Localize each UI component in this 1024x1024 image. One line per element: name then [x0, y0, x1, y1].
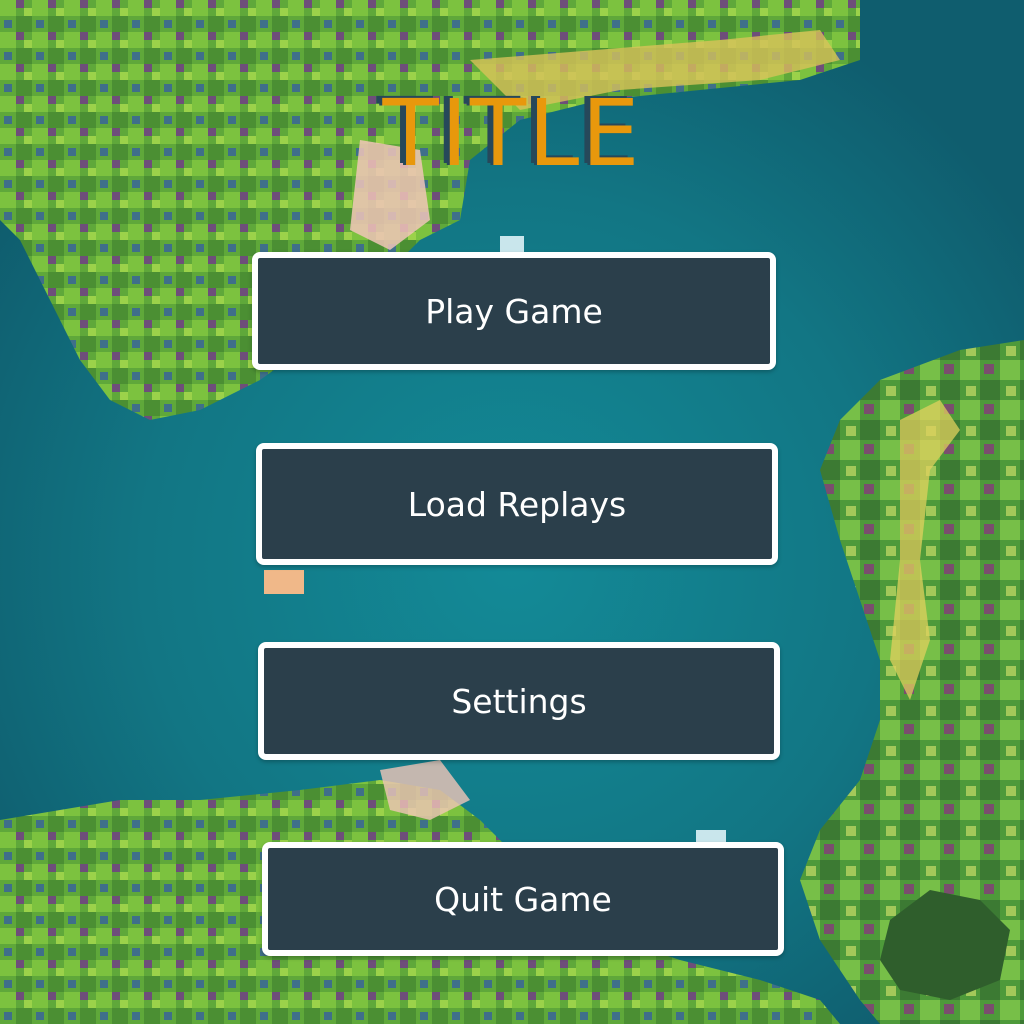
- main-menu-screen: TITLE Play Game Load Replays Settings Qu…: [0, 0, 1024, 1024]
- settings-button[interactable]: Settings: [258, 642, 780, 760]
- quit-game-button[interactable]: Quit Game: [262, 842, 784, 956]
- load-replays-button[interactable]: Load Replays: [256, 443, 778, 565]
- game-title: TITLE: [382, 80, 642, 187]
- play-game-button[interactable]: Play Game: [252, 252, 776, 370]
